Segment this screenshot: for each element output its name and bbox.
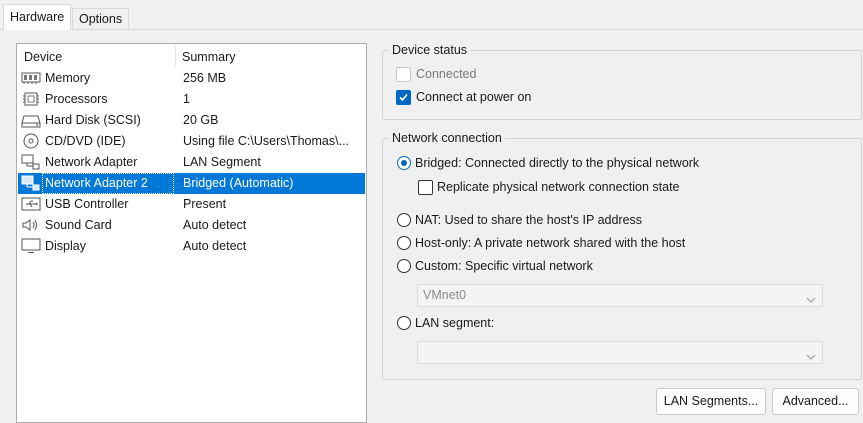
- replicate-checkbox[interactable]: [418, 180, 433, 195]
- lan-segments-button[interactable]: LAN Segments...: [656, 388, 766, 415]
- host-only-label: Host-only: A private network shared with…: [415, 236, 686, 250]
- device-name: Hard Disk (SCSI): [45, 113, 141, 127]
- nat-label: NAT: Used to share the host's IP address: [415, 213, 643, 227]
- connected-label: Connected: [416, 67, 477, 81]
- custom-network-select[interactable]: VMnet0: [417, 284, 823, 307]
- device-summary: 1: [183, 92, 190, 106]
- device-list[interactable]: Device Summary Memory 256 MB Processors …: [16, 43, 367, 423]
- lan-segment-radio[interactable]: [397, 316, 411, 330]
- device-name: CD/DVD (IDE): [45, 134, 126, 148]
- device-status-title: Device status: [389, 43, 471, 57]
- device-row-sound-card[interactable]: Sound Card Auto detect: [18, 215, 365, 236]
- usb-icon: [21, 196, 43, 213]
- device-summary: 20 GB: [183, 113, 219, 127]
- device-row-usb-controller[interactable]: USB Controller Present: [18, 194, 365, 215]
- device-row-processors[interactable]: Processors 1: [18, 89, 365, 110]
- checkmark-icon: [399, 93, 408, 102]
- sound-card-icon: [21, 217, 43, 234]
- device-name: Memory: [45, 71, 91, 85]
- connect-at-power-on-label: Connect at power on: [416, 90, 532, 104]
- network-adapter-icon: [21, 175, 43, 192]
- device-name: Display: [45, 239, 86, 253]
- device-summary: Bridged (Automatic): [183, 176, 294, 190]
- hardware-panel: Device Summary Memory 256 MB Processors …: [0, 30, 863, 423]
- device-summary: Present: [183, 197, 227, 211]
- device-row-cd-dvd[interactable]: CD/DVD (IDE) Using file C:\Users\Thomas\…: [18, 131, 365, 152]
- chevron-down-icon: [806, 292, 816, 306]
- column-separator[interactable]: [175, 45, 176, 67]
- device-row-hard-disk[interactable]: Hard Disk (SCSI) 20 GB: [18, 110, 365, 131]
- device-summary: 256 MB: [183, 71, 227, 85]
- custom-label: Custom: Specific virtual network: [415, 259, 593, 273]
- lan-segment-select[interactable]: [417, 341, 823, 364]
- hard-disk-icon: [21, 112, 43, 129]
- column-header-summary[interactable]: Summary: [182, 50, 235, 64]
- device-summary: Using file C:\Users\Thomas\...: [183, 134, 350, 148]
- bridged-radio[interactable]: [397, 156, 411, 170]
- display-icon: [21, 238, 43, 255]
- replicate-label: Replicate physical network connection st…: [437, 180, 680, 194]
- connected-checkbox[interactable]: [396, 67, 411, 82]
- device-summary: Auto detect: [183, 218, 247, 232]
- custom-radio[interactable]: [397, 259, 411, 273]
- custom-network-value: VMnet0: [423, 288, 467, 302]
- advanced-button[interactable]: Advanced...: [772, 388, 859, 415]
- nat-radio[interactable]: [397, 213, 411, 227]
- connect-at-power-on-checkbox[interactable]: [396, 90, 411, 105]
- tab-hardware[interactable]: Hardware: [3, 4, 72, 30]
- device-row-network-adapter[interactable]: Network Adapter LAN Segment: [18, 152, 365, 173]
- host-only-radio[interactable]: [397, 236, 411, 250]
- device-summary: LAN Segment: [183, 155, 261, 169]
- device-name: USB Controller: [45, 197, 129, 211]
- tab-strip: Hardware Options: [0, 0, 863, 30]
- tab-options[interactable]: Options: [72, 8, 130, 30]
- device-row-display[interactable]: Display Auto detect: [18, 236, 365, 257]
- device-list-header: Device Summary: [17, 44, 366, 68]
- bridged-label: Bridged: Connected directly to the physi…: [415, 156, 700, 170]
- column-header-device[interactable]: Device: [24, 50, 62, 64]
- processor-icon: [21, 91, 43, 108]
- device-name: Sound Card: [45, 218, 112, 232]
- device-row-memory[interactable]: Memory 256 MB: [18, 68, 365, 89]
- device-name: Network Adapter: [45, 155, 138, 169]
- device-name: Processors: [45, 92, 108, 106]
- network-connection-group: Network connection Bridged: Connected di…: [382, 131, 862, 380]
- memory-icon: [21, 70, 43, 87]
- device-name: Network Adapter 2: [45, 176, 148, 190]
- chevron-down-icon: [806, 349, 816, 363]
- cd-dvd-icon: [21, 133, 43, 150]
- lan-segment-label: LAN segment:: [415, 316, 495, 330]
- device-status-group: Device status Connected Connect at power…: [382, 43, 862, 120]
- network-adapter-icon: [21, 154, 43, 171]
- network-connection-title: Network connection: [389, 131, 505, 145]
- device-row-network-adapter-2[interactable]: Network Adapter 2 Bridged (Automatic): [18, 173, 365, 194]
- device-summary: Auto detect: [183, 239, 247, 253]
